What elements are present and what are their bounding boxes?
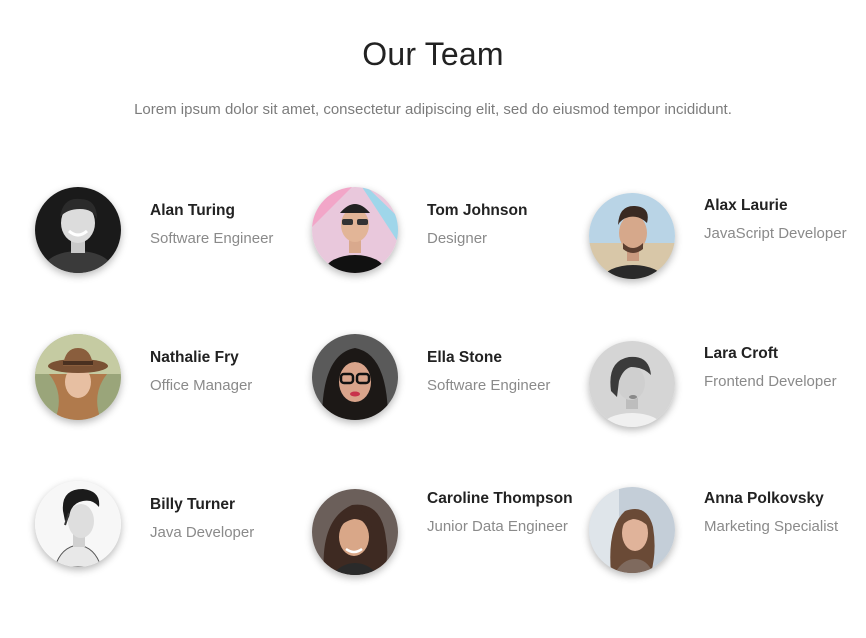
team-member-card: Anna Polkovsky Marketing Specialist [589, 487, 859, 577]
member-name: Billy Turner [150, 496, 235, 513]
member-role: JavaScript Developer [704, 225, 847, 242]
member-role: Junior Data Engineer [427, 518, 568, 535]
member-name: Alan Turing [150, 202, 235, 219]
member-name: Nathalie Fry [150, 349, 239, 366]
member-name: Tom Johnson [427, 202, 528, 219]
member-role: Frontend Developer [704, 373, 837, 390]
member-role: Software Engineer [427, 377, 551, 394]
member-role: Designer [427, 230, 488, 247]
member-avatar [312, 334, 398, 420]
team-member-card: Ella Stone Software Engineer [312, 334, 582, 424]
member-avatar [589, 193, 675, 279]
member-avatar [312, 489, 398, 575]
member-avatar [589, 487, 675, 573]
page-title: Our Team [362, 36, 504, 72]
member-name: Caroline Thompson [427, 490, 573, 507]
member-avatar [35, 481, 121, 567]
team-member-card: Caroline Thompson Junior Data Engineer [312, 489, 582, 579]
member-role: Software Engineer [150, 230, 274, 247]
page-subtitle: Lorem ipsum dolor sit amet, consectetur … [134, 101, 732, 118]
team-member-card: Nathalie Fry Office Manager [35, 334, 305, 424]
team-member-card: Alax Laurie JavaScript Developer [589, 193, 859, 283]
member-avatar [589, 341, 675, 427]
member-role: Office Manager [150, 377, 253, 394]
member-avatar [35, 334, 121, 420]
member-role: Java Developer [150, 524, 255, 541]
member-name: Ella Stone [427, 349, 502, 366]
member-name: Alax Laurie [704, 197, 788, 214]
member-role: Marketing Specialist [704, 518, 839, 535]
member-name: Anna Polkovsky [704, 490, 824, 507]
member-name: Lara Croft [704, 345, 779, 362]
team-member-card: Billy Turner Java Developer [35, 481, 305, 571]
team-member-card: Tom Johnson Designer [312, 187, 582, 277]
member-avatar [35, 187, 121, 273]
member-avatar [312, 187, 398, 273]
team-member-card: Lara Croft Frontend Developer [589, 341, 859, 431]
team-member-card: Alan Turing Software Engineer [35, 187, 305, 277]
